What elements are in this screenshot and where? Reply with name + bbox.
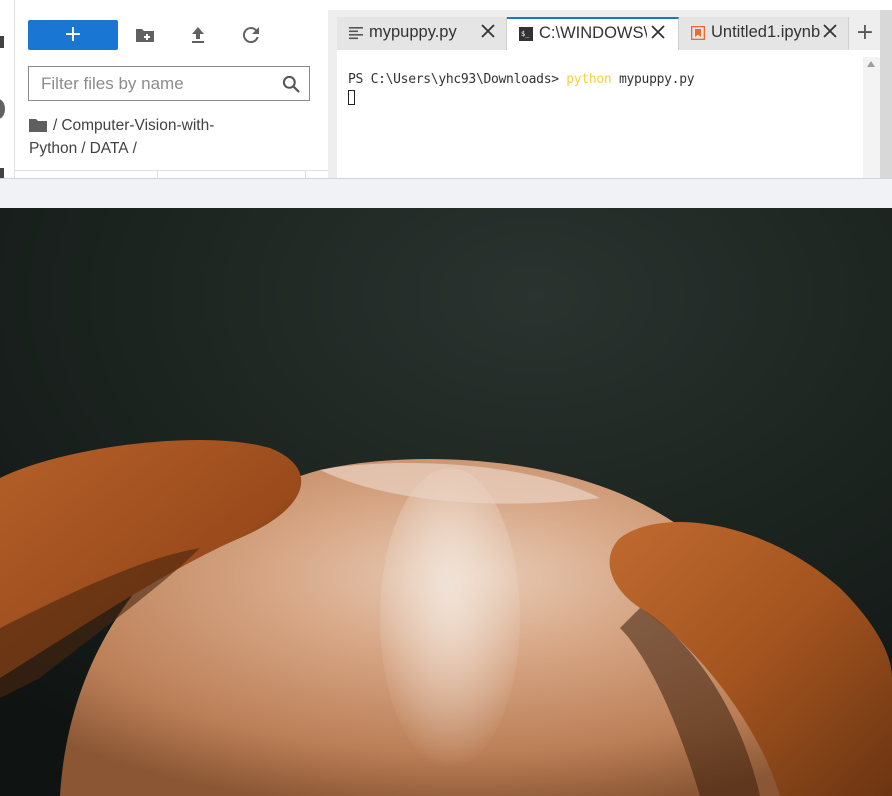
upload-icon[interactable]	[186, 23, 210, 47]
close-icon[interactable]	[480, 23, 496, 39]
folder-icon[interactable]	[29, 118, 47, 132]
breadcrumb: / Computer-Vision-with-Python / DATA /	[29, 114, 259, 160]
tab-untitled1-ipynb[interactable]: Untitled1.ipynb	[679, 17, 849, 50]
terminal-argument: mypuppy.py	[611, 72, 695, 87]
tab-bar: mypuppy.py $_ C:\WINDOWS\S Untitled1.ipy…	[337, 10, 892, 50]
search-icon	[282, 75, 300, 93]
terminal-panel[interactable]: PS C:\Users\yhc93\Downloads> python mypu…	[337, 57, 883, 178]
panel-split-handle[interactable]	[328, 10, 337, 178]
terminal-icon: $_	[519, 27, 533, 41]
close-icon[interactable]	[650, 24, 666, 40]
rail-commands-icon[interactable]	[0, 168, 4, 178]
tab-label: C:\WINDOWS\S	[539, 24, 647, 42]
image-viewer-window	[0, 208, 892, 796]
add-tab-button[interactable]: +	[850, 17, 880, 50]
tab-terminal[interactable]: $_ C:\WINDOWS\S	[507, 17, 679, 50]
refresh-icon[interactable]	[239, 23, 263, 47]
file-browser-panel: + /Computer-Vision-with-Python/DATA/	[15, 10, 328, 179]
notebook-icon	[691, 26, 705, 40]
breadcrumb-separator: /	[132, 140, 137, 157]
breadcrumb-separator: /	[53, 117, 58, 134]
breadcrumb-item[interactable]: DATA	[90, 140, 129, 157]
text-file-icon	[349, 27, 363, 40]
svg-text:$_: $_	[521, 30, 530, 38]
window-right-edge	[880, 10, 892, 178]
tab-label: mypuppy.py	[369, 23, 457, 41]
breadcrumb-separator: /	[81, 140, 86, 157]
filter-files-box	[28, 66, 310, 101]
window-top-strip	[0, 0, 892, 10]
terminal-command: python	[566, 72, 612, 87]
tab-mypuppy-py[interactable]: mypuppy.py	[337, 17, 507, 50]
terminal-cursor	[348, 90, 355, 105]
terminal-prompt: PS C:\Users\yhc93\Downloads>	[348, 72, 567, 87]
rail-file-icon[interactable]	[0, 36, 4, 48]
tab-label: Untitled1.ipynb	[711, 23, 821, 41]
new-launcher-button[interactable]: +	[28, 20, 118, 50]
puppy-photo	[0, 208, 892, 796]
new-folder-icon[interactable]	[133, 23, 157, 47]
close-icon[interactable]	[822, 23, 838, 39]
terminal-line: PS C:\Users\yhc93\Downloads> python mypu…	[348, 72, 695, 87]
filter-files-input[interactable]	[29, 67, 291, 100]
image-window-titlebar	[0, 178, 892, 208]
rail-running-icon[interactable]	[0, 99, 5, 119]
scroll-up-arrow-icon[interactable]	[867, 61, 875, 67]
left-activity-rail	[0, 0, 14, 178]
terminal-scrollbar[interactable]	[863, 57, 880, 178]
